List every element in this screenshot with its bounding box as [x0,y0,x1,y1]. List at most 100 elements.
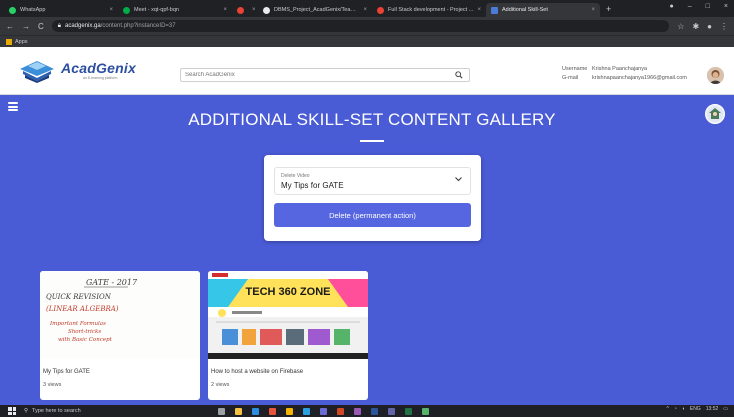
task-view-icon[interactable] [218,407,225,415]
meet-icon [123,6,130,14]
video-title[interactable]: How to host a website on Firebase [211,369,303,375]
tab-title: Additional Skill-Set [502,7,548,13]
site-logo[interactable]: AcadGenix an E-learning platform [18,56,136,84]
powerpoint-icon[interactable] [337,407,344,415]
logo-name: AcadGenix [61,60,136,76]
thumb-line-2: QUICK REVISION [46,293,112,301]
browser-tab-additional-skill-set[interactable]: Additional Skill-Set × [486,3,600,17]
profile-avatar-icon[interactable]: ● [707,22,712,31]
whatsapp-icon [9,6,16,14]
tab-title: WhatsApp [20,7,46,13]
close-window-icon[interactable]: × [724,3,728,10]
menu-kebab-icon[interactable]: ⋮ [720,22,728,31]
chrome-icon[interactable] [286,407,293,415]
language-indicator[interactable]: ENG [690,406,701,412]
video-views: 3 views [43,382,62,388]
delete-video-card: Delete Video My Tips for GATE Delete (pe… [264,155,481,241]
search-icon: ⚲ [24,408,29,414]
forward-icon[interactable]: → [22,22,30,31]
github-desktop-icon[interactable] [354,407,361,415]
apps-grid-icon [6,38,12,45]
page-title: ADDITIONAL SKILL-SET CONTENT GALLERY [188,110,556,129]
system-tray: ^ ◔ ◖ ENG 13:52 ▭ [666,406,728,412]
network-icon[interactable]: ◔ [674,406,677,412]
user-info: Username Krishna Paanchajanya G-mail kri… [562,65,687,83]
user-avatar[interactable] [707,67,724,84]
tab-title: Meet - xqt-qpf-bqn [134,7,179,13]
notifications-icon[interactable]: ▭ [723,406,728,412]
address-bar[interactable]: 🔒︎ acadgenix.ga /content.php?instanceID=… [51,20,670,32]
search-input[interactable] [181,72,449,78]
bookmark-apps[interactable]: Apps [15,39,28,45]
video-views: 2 views [211,382,230,388]
tab-title: Full Stack development - Project ... [388,7,474,13]
extensions-icon[interactable]: ✱ [692,22,699,31]
reload-icon[interactable]: C [38,22,44,31]
app-icon[interactable] [422,407,429,415]
thumb-line-4: Important Formulas [49,321,106,327]
window-controls: ● – □ × [670,3,728,10]
video-thumbnail[interactable]: GATE - 2017 QUICK REVISION (LINEAR ALGEB… [40,271,200,359]
thumb-line-5: Short-tricks [68,329,101,335]
thumb-line-6: with Basic Concept [58,337,113,343]
browser-toolbar: ← → C 🔒︎ acadgenix.ga /content.php?insta… [0,17,734,35]
maximize-icon[interactable]: □ [706,3,710,10]
thumb-banner: TECH 360 ZONE [246,286,331,298]
volume-icon[interactable]: ◖ [682,406,685,412]
browser-tab-gmail[interactable]: Full Stack development - Project ... × [372,3,486,17]
new-tab-icon[interactable]: + [606,4,611,14]
browser-tab-meet[interactable]: Meet - xqt-qpf-bqn × [118,3,232,17]
select-value: My Tips for GATE [281,181,344,190]
logo-book-icon [20,61,54,83]
taskbar-search[interactable]: ⚲ Type here to search [24,408,174,414]
excel-icon[interactable] [405,407,412,415]
browser-tab-recording[interactable]: × [232,3,258,17]
clock[interactable]: 13:52 [705,405,719,412]
video-card-firebase[interactable]: TECH 360 ZONE How to host a website on F… [208,271,368,400]
recording-icon [237,6,244,14]
profile-icon[interactable]: ● [670,3,674,10]
video-thumbnail[interactable]: TECH 360 ZONE [208,271,368,359]
store-icon[interactable] [320,407,327,415]
email-value: krishnapaanchajanya1966@gmail.com [592,75,687,81]
taskbar-search-placeholder: Type here to search [32,408,81,414]
username-label: Username [562,66,588,72]
delete-video-select[interactable]: Delete Video My Tips for GATE [274,167,471,195]
back-icon[interactable]: ← [6,22,14,31]
search-button[interactable] [449,69,469,81]
email-label: G-mail [562,75,579,81]
office-icon[interactable] [269,407,276,415]
video-card-gate[interactable]: GATE - 2017 QUICK REVISION (LINEAR ALGEB… [40,271,200,400]
browser-tab-github[interactable]: DBMS_Project_AcadGenix/Team: ... × [258,3,372,17]
user-photo-icon [707,67,724,84]
search-icon [455,71,463,79]
close-icon[interactable]: × [477,7,481,13]
file-explorer-icon[interactable] [235,407,242,415]
word-icon[interactable] [371,407,378,415]
bookmark-star-icon[interactable]: ☆ [677,22,684,31]
teams-icon[interactable] [388,407,395,415]
vscode-icon[interactable] [303,407,310,415]
thumb-line-1: GATE - 2017 [86,278,138,287]
chevron-down-icon [455,177,462,182]
minimize-icon[interactable]: – [688,3,692,10]
thumb-line-3: (LINEAR ALGEBRA) [46,305,119,313]
video-title[interactable]: My Tips for GATE [43,369,90,375]
close-icon[interactable]: × [252,7,256,13]
close-icon[interactable]: × [223,7,227,13]
delete-button[interactable]: Delete (permanent action) [274,203,471,227]
lock-icon: 🔒︎ [57,22,61,29]
gmail-icon [377,6,384,14]
clock-time: 13:52 [705,405,719,412]
close-icon[interactable]: × [109,7,113,13]
close-icon[interactable]: × [591,7,595,13]
edge-icon[interactable] [252,407,259,415]
browser-tab-strip: WhatsApp × Meet - xqt-qpf-bqn × × DBMS_P… [0,0,734,17]
close-icon[interactable]: × [363,7,367,13]
github-icon [263,6,270,14]
chevron-up-icon[interactable]: ^ [666,406,668,412]
toolbar-actions: ☆ ✱ ● ⋮ [677,22,728,31]
select-label: Delete Video [281,173,310,179]
browser-tab-whatsapp[interactable]: WhatsApp × [4,3,118,17]
windows-start-icon[interactable] [8,407,16,415]
